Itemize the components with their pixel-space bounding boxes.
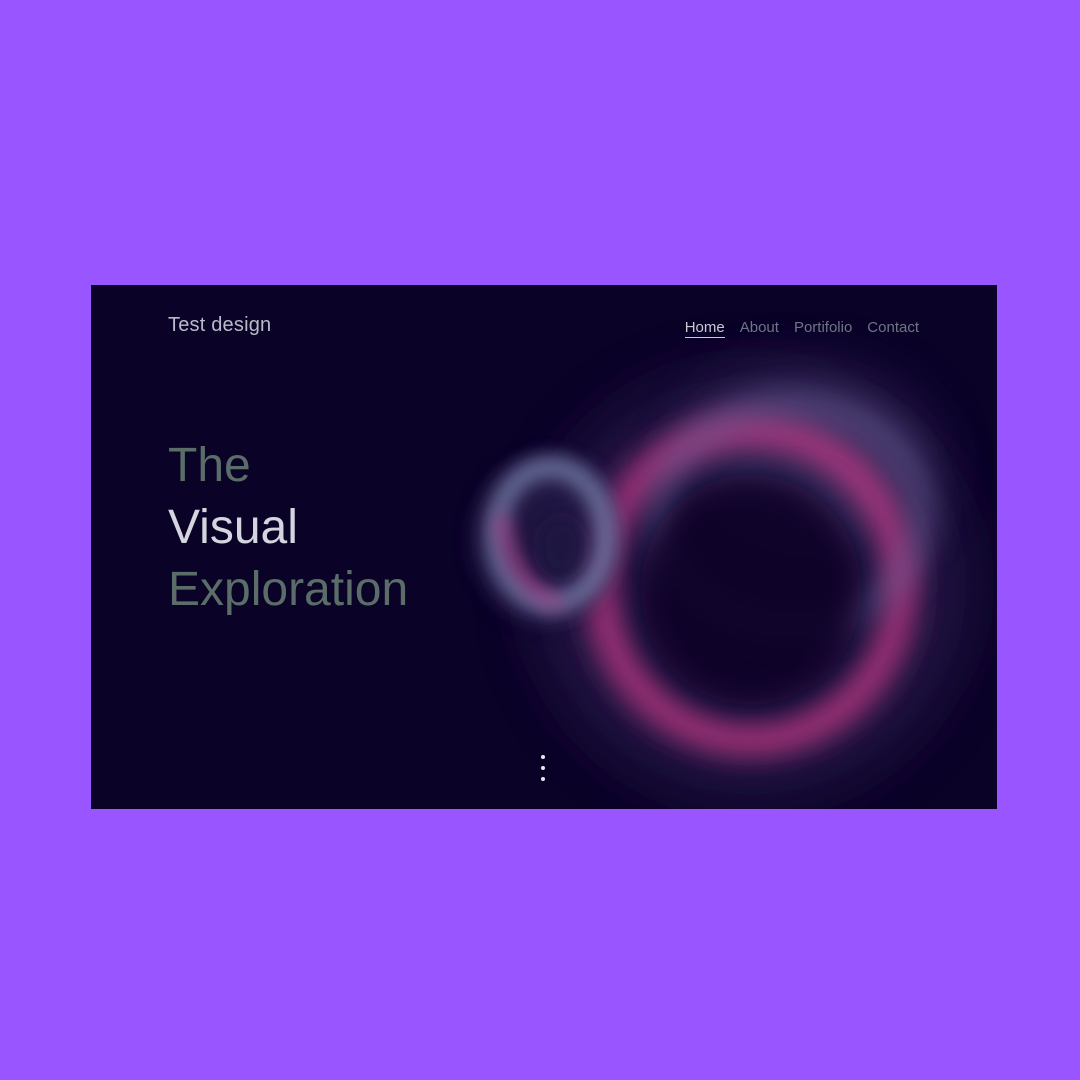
- nav-link-portifolio[interactable]: Portifolio: [794, 319, 852, 338]
- brand-logo-text[interactable]: Test design: [168, 314, 271, 337]
- dot: [541, 766, 545, 770]
- hero-line-2: Visual: [168, 501, 298, 554]
- dot: [541, 777, 545, 781]
- hero-line-3: Exploration: [168, 563, 409, 616]
- vertical-dots-icon[interactable]: [540, 755, 546, 781]
- hero-line-1: The: [168, 439, 251, 492]
- hero-headline: The Visual Exploration: [168, 435, 408, 621]
- main-nav: Home About Portifolio Contact: [684, 319, 919, 338]
- website-screen: Test design Home About Portifolio Contac…: [91, 285, 997, 809]
- nav-link-contact[interactable]: Contact: [867, 319, 919, 338]
- dot: [541, 755, 545, 759]
- nav-link-about[interactable]: About: [740, 319, 779, 338]
- nav-link-home[interactable]: Home: [684, 319, 725, 338]
